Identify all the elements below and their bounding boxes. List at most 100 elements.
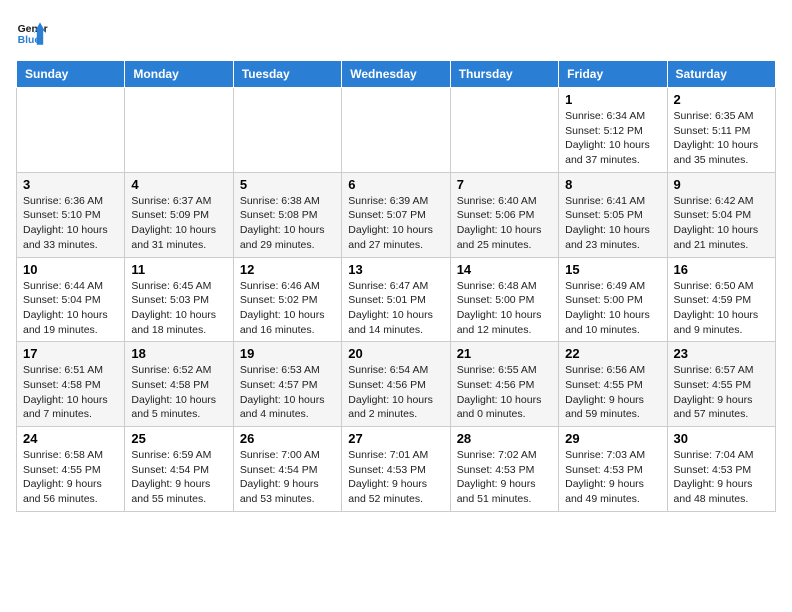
day-number: 7 <box>457 177 552 192</box>
day-number: 27 <box>348 431 443 446</box>
calendar-cell: 15 Sunrise: 6:49 AM Sunset: 5:00 PM Dayli… <box>559 257 667 342</box>
day-number: 26 <box>240 431 335 446</box>
day-number: 4 <box>131 177 226 192</box>
day-number: 1 <box>565 92 660 107</box>
weekday-header: Thursday <box>450 61 558 88</box>
day-number: 14 <box>457 262 552 277</box>
calendar-cell: 8 Sunrise: 6:41 AM Sunset: 5:05 PM Daylig… <box>559 172 667 257</box>
day-detail: Sunrise: 6:50 AM Sunset: 4:59 PM Dayligh… <box>674 279 769 338</box>
calendar-cell: 4 Sunrise: 6:37 AM Sunset: 5:09 PM Daylig… <box>125 172 233 257</box>
calendar-cell: 23Sunrise: 6:57 AM Sunset: 4:55 PM Dayli… <box>667 342 775 427</box>
calendar-table: SundayMondayTuesdayWednesdayThursdayFrid… <box>16 60 776 512</box>
day-detail: Sunrise: 6:46 AM Sunset: 5:02 PM Dayligh… <box>240 279 335 338</box>
day-detail: Sunrise: 6:47 AM Sunset: 5:01 PM Dayligh… <box>348 279 443 338</box>
calendar-cell: 22 Sunrise: 6:56 AM Sunset: 4:55 PM Dayli… <box>559 342 667 427</box>
day-number: 5 <box>240 177 335 192</box>
day-number: 17 <box>23 346 118 361</box>
calendar-cell: 26 Sunrise: 7:00 AM Sunset: 4:54 PM Dayli… <box>233 427 341 512</box>
day-detail: Sunrise: 6:42 AM Sunset: 5:04 PM Dayligh… <box>674 194 769 253</box>
calendar-cell: 30 Sunrise: 7:04 AM Sunset: 4:53 PM Dayli… <box>667 427 775 512</box>
calendar-cell: 28 Sunrise: 7:02 AM Sunset: 4:53 PM Dayli… <box>450 427 558 512</box>
day-number: 19 <box>240 346 335 361</box>
day-detail: Sunrise: 6:48 AM Sunset: 5:00 PM Dayligh… <box>457 279 552 338</box>
calendar-cell: 10 Sunrise: 6:44 AM Sunset: 5:04 PM Dayli… <box>17 257 125 342</box>
day-detail: Sunrise: 6:49 AM Sunset: 5:00 PM Dayligh… <box>565 279 660 338</box>
day-number: 9 <box>674 177 769 192</box>
day-number: 11 <box>131 262 226 277</box>
calendar-cell <box>233 88 341 173</box>
calendar-week: 17 Sunrise: 6:51 AM Sunset: 4:58 PM Dayli… <box>17 342 776 427</box>
day-number: 6 <box>348 177 443 192</box>
calendar-cell <box>450 88 558 173</box>
day-detail: Sunrise: 6:55 AM Sunset: 4:56 PM Dayligh… <box>457 363 552 422</box>
day-number: 10 <box>23 262 118 277</box>
day-number: 13 <box>348 262 443 277</box>
day-detail: Sunrise: 6:52 AM Sunset: 4:58 PM Dayligh… <box>131 363 226 422</box>
day-number: 30 <box>674 431 769 446</box>
calendar-week: 24Sunrise: 6:58 AM Sunset: 4:55 PM Dayli… <box>17 427 776 512</box>
calendar-cell: 18 Sunrise: 6:52 AM Sunset: 4:58 PM Dayli… <box>125 342 233 427</box>
calendar-cell: 9 Sunrise: 6:42 AM Sunset: 5:04 PM Daylig… <box>667 172 775 257</box>
day-number: 8 <box>565 177 660 192</box>
weekday-header: Monday <box>125 61 233 88</box>
day-detail: Sunrise: 6:54 AM Sunset: 4:56 PM Dayligh… <box>348 363 443 422</box>
day-detail: Sunrise: 6:38 AM Sunset: 5:08 PM Dayligh… <box>240 194 335 253</box>
day-detail: Sunrise: 7:04 AM Sunset: 4:53 PM Dayligh… <box>674 448 769 507</box>
day-detail: Sunrise: 7:00 AM Sunset: 4:54 PM Dayligh… <box>240 448 335 507</box>
calendar-cell: 21Sunrise: 6:55 AM Sunset: 4:56 PM Dayli… <box>450 342 558 427</box>
calendar-cell: 16 Sunrise: 6:50 AM Sunset: 4:59 PM Dayli… <box>667 257 775 342</box>
day-number: 2 <box>674 92 769 107</box>
calendar-cell: 1Sunrise: 6:34 AM Sunset: 5:12 PM Daylig… <box>559 88 667 173</box>
weekday-header: Sunday <box>17 61 125 88</box>
logo-icon: General Blue <box>16 16 48 48</box>
weekday-header: Tuesday <box>233 61 341 88</box>
calendar-cell: 11 Sunrise: 6:45 AM Sunset: 5:03 PM Dayli… <box>125 257 233 342</box>
day-detail: Sunrise: 6:58 AM Sunset: 4:55 PM Dayligh… <box>23 448 118 507</box>
weekday-header: Saturday <box>667 61 775 88</box>
calendar-cell: 20 Sunrise: 6:54 AM Sunset: 4:56 PM Dayli… <box>342 342 450 427</box>
day-detail: Sunrise: 6:40 AM Sunset: 5:06 PM Dayligh… <box>457 194 552 253</box>
day-detail: Sunrise: 6:39 AM Sunset: 5:07 PM Dayligh… <box>348 194 443 253</box>
calendar-cell: 6 Sunrise: 6:39 AM Sunset: 5:07 PM Daylig… <box>342 172 450 257</box>
day-number: 18 <box>131 346 226 361</box>
day-detail: Sunrise: 6:57 AM Sunset: 4:55 PM Dayligh… <box>674 363 769 422</box>
day-number: 12 <box>240 262 335 277</box>
page-header: General Blue <box>16 16 776 48</box>
day-detail: Sunrise: 6:56 AM Sunset: 4:55 PM Dayligh… <box>565 363 660 422</box>
calendar-cell: 14 Sunrise: 6:48 AM Sunset: 5:00 PM Dayli… <box>450 257 558 342</box>
calendar-cell: 12 Sunrise: 6:46 AM Sunset: 5:02 PM Dayli… <box>233 257 341 342</box>
day-detail: Sunrise: 6:37 AM Sunset: 5:09 PM Dayligh… <box>131 194 226 253</box>
calendar-cell: 25 Sunrise: 6:59 AM Sunset: 4:54 PM Dayli… <box>125 427 233 512</box>
calendar-cell: 24Sunrise: 6:58 AM Sunset: 4:55 PM Dayli… <box>17 427 125 512</box>
day-detail: Sunrise: 6:51 AM Sunset: 4:58 PM Dayligh… <box>23 363 118 422</box>
day-detail: Sunrise: 7:02 AM Sunset: 4:53 PM Dayligh… <box>457 448 552 507</box>
calendar-week: 10 Sunrise: 6:44 AM Sunset: 5:04 PM Dayli… <box>17 257 776 342</box>
calendar-cell: 7 Sunrise: 6:40 AM Sunset: 5:06 PM Daylig… <box>450 172 558 257</box>
day-detail: Sunrise: 6:59 AM Sunset: 4:54 PM Dayligh… <box>131 448 226 507</box>
calendar-week: 3 Sunrise: 6:36 AM Sunset: 5:10 PM Daylig… <box>17 172 776 257</box>
calendar-cell: 13 Sunrise: 6:47 AM Sunset: 5:01 PM Dayli… <box>342 257 450 342</box>
calendar-cell: 19Sunrise: 6:53 AM Sunset: 4:57 PM Dayli… <box>233 342 341 427</box>
day-detail: Sunrise: 6:45 AM Sunset: 5:03 PM Dayligh… <box>131 279 226 338</box>
calendar-week: 1Sunrise: 6:34 AM Sunset: 5:12 PM Daylig… <box>17 88 776 173</box>
day-number: 20 <box>348 346 443 361</box>
day-detail: Sunrise: 7:03 AM Sunset: 4:53 PM Dayligh… <box>565 448 660 507</box>
day-detail: Sunrise: 6:44 AM Sunset: 5:04 PM Dayligh… <box>23 279 118 338</box>
calendar-cell: 29Sunrise: 7:03 AM Sunset: 4:53 PM Dayli… <box>559 427 667 512</box>
calendar-cell: 5 Sunrise: 6:38 AM Sunset: 5:08 PM Daylig… <box>233 172 341 257</box>
day-number: 22 <box>565 346 660 361</box>
day-detail: Sunrise: 6:41 AM Sunset: 5:05 PM Dayligh… <box>565 194 660 253</box>
calendar-cell: 27Sunrise: 7:01 AM Sunset: 4:53 PM Dayli… <box>342 427 450 512</box>
weekday-header: Friday <box>559 61 667 88</box>
day-number: 3 <box>23 177 118 192</box>
day-detail: Sunrise: 6:35 AM Sunset: 5:11 PM Dayligh… <box>674 109 769 168</box>
calendar-cell: 3 Sunrise: 6:36 AM Sunset: 5:10 PM Daylig… <box>17 172 125 257</box>
day-number: 15 <box>565 262 660 277</box>
weekday-header: Wednesday <box>342 61 450 88</box>
calendar-cell <box>125 88 233 173</box>
day-detail: Sunrise: 6:36 AM Sunset: 5:10 PM Dayligh… <box>23 194 118 253</box>
day-number: 25 <box>131 431 226 446</box>
calendar-header: SundayMondayTuesdayWednesdayThursdayFrid… <box>17 61 776 88</box>
day-number: 16 <box>674 262 769 277</box>
day-number: 28 <box>457 431 552 446</box>
